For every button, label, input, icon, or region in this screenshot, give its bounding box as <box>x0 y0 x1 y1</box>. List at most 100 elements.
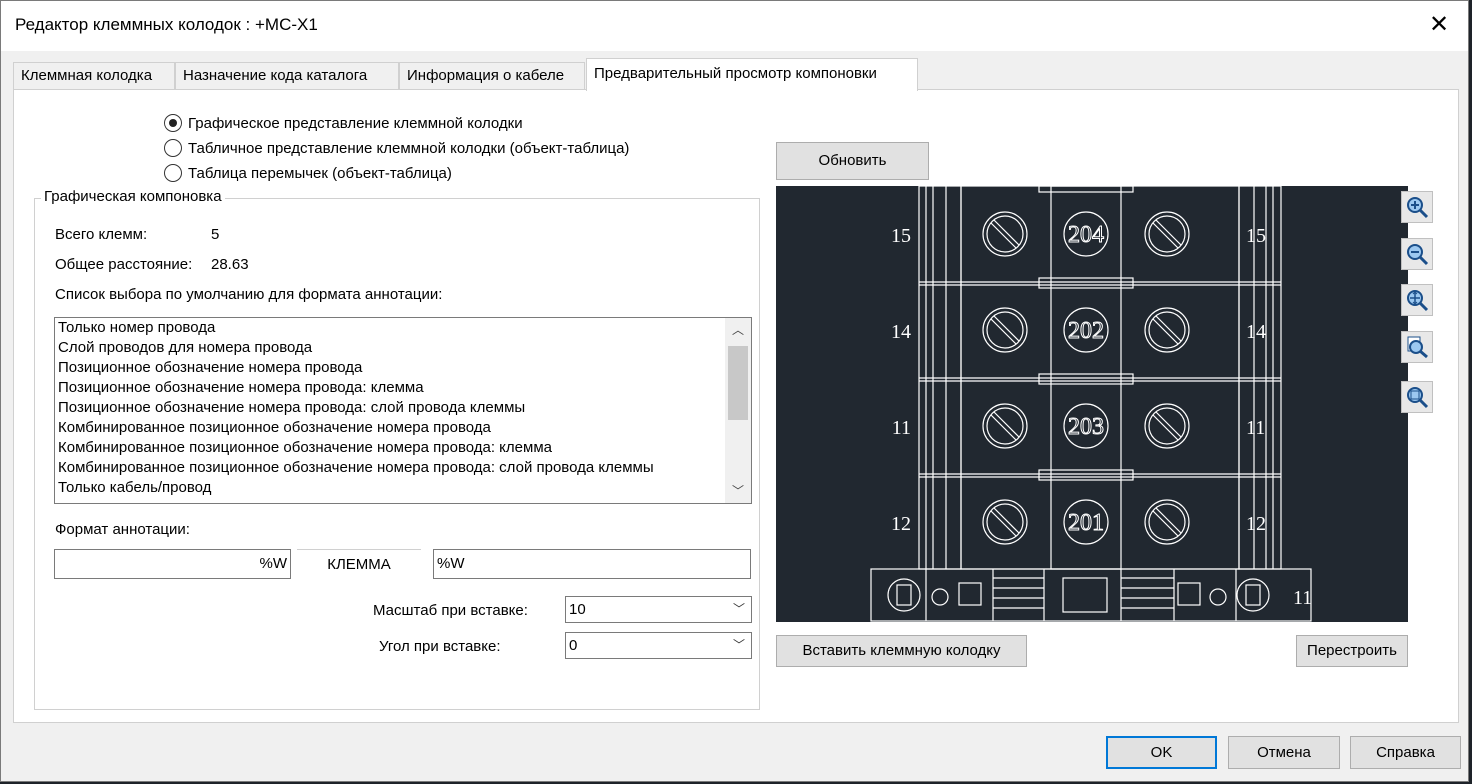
title-bar: Редактор клеммных колодок : +MC-X1 ✕ <box>1 1 1468 51</box>
format-left-input[interactable]: %W <box>54 549 291 579</box>
insert-scale-label: Масштаб при вставке: <box>373 602 528 619</box>
listbox-scrollbar[interactable]: ︿ ﹀ <box>725 318 751 503</box>
screw-slot <box>1155 219 1182 246</box>
scroll-thumb[interactable] <box>728 346 748 420</box>
tab-cable-info[interactable]: Информация о кабеле <box>399 62 585 89</box>
insert-angle-combo[interactable]: 0 ﹀ <box>565 632 752 659</box>
terminal-screw <box>1144 307 1190 353</box>
list-item[interactable]: Комбинированное позиционное обозначение … <box>55 418 751 438</box>
zoom-window-button[interactable] <box>1401 331 1433 363</box>
base-hole <box>1209 588 1227 606</box>
terminal-screw <box>1144 403 1190 449</box>
zoom-pan-icon <box>1407 290 1429 312</box>
base-screw <box>887 578 921 612</box>
zoom-pan-button[interactable] <box>1401 284 1433 316</box>
terminal-screw <box>982 403 1028 449</box>
close-icon[interactable]: ✕ <box>1424 11 1454 41</box>
angle-value: 0 <box>569 637 578 654</box>
radio-tabular[interactable]: Табличное представление клеммной колодки… <box>164 137 629 159</box>
chevron-down-icon: ﹀ <box>732 602 745 616</box>
base-screw <box>1236 578 1270 612</box>
list-item[interactable]: Комбинированное позиционное обозначение … <box>55 438 751 458</box>
scale-value: 10 <box>569 601 586 618</box>
terminal-screw <box>982 499 1028 545</box>
radio-off-icon <box>164 164 182 182</box>
cancel-button[interactable]: Отмена <box>1228 736 1340 769</box>
base-screw-slot <box>1245 584 1261 606</box>
terminal-rows: 204 15 15 202 14 14 203 11 11 201 12 12 <box>891 186 1281 545</box>
window-title: Редактор клеммных колодок : +MC-X1 <box>15 15 318 34</box>
left-terminal-label: 11 <box>892 417 911 439</box>
screw-slot <box>993 219 1020 246</box>
chevron-down-icon: ﹀ <box>732 638 745 652</box>
layout-preview-canvas[interactable]: 204 15 15 202 14 14 203 11 11 201 12 12 <box>776 186 1408 622</box>
terminal-screw <box>1144 499 1190 545</box>
base-label: 11 <box>1293 587 1312 609</box>
insert-terminal-strip-button[interactable]: Вставить клеммную колодку <box>776 635 1027 667</box>
terminal-screw <box>1144 211 1190 257</box>
list-item[interactable]: Только номер провода <box>55 318 751 338</box>
right-terminal-label: 14 <box>1246 321 1266 343</box>
zoom-in-icon <box>1407 197 1429 219</box>
ok-button[interactable]: OK <box>1106 736 1217 769</box>
tab-terminal-strip[interactable]: Клеммная колодка <box>13 62 175 89</box>
radio-graphical[interactable]: Графическое представление клеммной колод… <box>164 112 523 134</box>
zoom-in-button[interactable] <box>1401 191 1433 223</box>
terminal-screw-inner <box>1148 407 1186 445</box>
zoom-window-icon <box>1407 336 1428 359</box>
screw-slot <box>990 222 1017 249</box>
list-item[interactable]: Только кабель/провод <box>55 478 751 498</box>
screw-slot <box>1155 315 1182 342</box>
help-button[interactable]: Справка <box>1350 736 1461 769</box>
terminal-screw-inner <box>1148 311 1186 349</box>
base-hatch <box>993 577 1174 609</box>
screw-slot <box>1152 510 1179 537</box>
left-terminal-label: 15 <box>891 225 911 247</box>
terminal-screw-inner <box>986 503 1024 541</box>
screw-slot <box>990 318 1017 345</box>
zoom-out-button[interactable] <box>1401 238 1433 270</box>
terminal-screw <box>982 307 1028 353</box>
terminal-strip-editor-dialog: Редактор клеммных колодок : +MC-X1 ✕ Кле… <box>0 0 1469 782</box>
scroll-up-icon[interactable]: ︿ <box>725 318 751 342</box>
screw-slot <box>1152 318 1179 345</box>
scroll-down-icon[interactable]: ﹀ <box>725 479 751 503</box>
radio-on-icon <box>164 114 182 132</box>
refresh-button[interactable]: Обновить <box>776 142 929 180</box>
total-distance-label: Общее расстояние: <box>55 256 193 273</box>
terminal-screw <box>982 211 1028 257</box>
right-terminal-label: 11 <box>1246 417 1265 439</box>
insert-scale-combo[interactable]: 10 ﹀ <box>565 596 752 623</box>
radio-jumper-table[interactable]: Таблица перемычек (объект-таблица) <box>164 162 452 184</box>
screw-slot <box>1155 507 1182 534</box>
total-terminals-label: Всего клемм: <box>55 226 148 243</box>
annotation-format-listbox[interactable]: Только номер провода Слой проводов для но… <box>54 317 752 504</box>
list-item[interactable]: Позиционное обозначение номера провода <box>55 358 751 378</box>
screw-slot <box>990 510 1017 537</box>
tab-layout-preview[interactable]: Предварительный просмотр компоновки <box>586 58 918 91</box>
zoom-extents-button[interactable] <box>1401 381 1433 413</box>
annotation-list-label: Список выбора по умолчанию для формата а… <box>55 286 443 303</box>
right-terminal-label: 15 <box>1246 225 1266 247</box>
terminal-screw-inner <box>1148 215 1186 253</box>
list-item[interactable]: Позиционное обозначение номера провода: … <box>55 398 751 418</box>
wire-number: 204 <box>1068 222 1104 248</box>
base-square <box>958 582 982 606</box>
left-terminal-label: 12 <box>891 513 911 535</box>
screw-slot <box>1152 414 1179 441</box>
wire-number: 201 <box>1068 510 1104 536</box>
list-item[interactable]: Комбинированное позиционное обозначение … <box>55 458 751 478</box>
terminal-strip-drawing: 20415 1520214 1420311 1120112 12 11 <box>870 186 1312 622</box>
format-right-input[interactable]: %W <box>433 549 751 579</box>
rebuild-button[interactable]: Перестроить <box>1296 635 1408 667</box>
wire-number: 202 <box>1068 318 1104 344</box>
base-hole <box>931 588 949 606</box>
list-item[interactable]: Позиционное обозначение номера провода: … <box>55 378 751 398</box>
bus-bridge <box>1038 277 1134 289</box>
tab-catalog-assignment[interactable]: Назначение кода каталога <box>175 62 399 89</box>
list-item[interactable]: Слой проводов для номера провода <box>55 338 751 358</box>
screw-slot <box>993 315 1020 342</box>
screw-slot <box>1155 411 1182 438</box>
total-distance-value: 28.63 <box>211 256 249 273</box>
terminal-screw-inner <box>1148 503 1186 541</box>
